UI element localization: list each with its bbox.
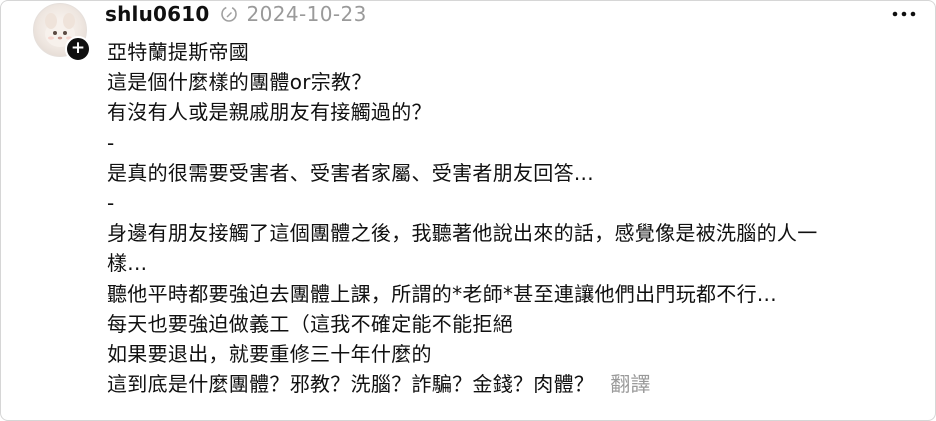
post-line: 樣... <box>107 251 148 276</box>
post-line: 聽他平時都要強迫去團體上課，所謂的*老師*甚至連讓他們出門玩都不行... <box>107 281 777 306</box>
post-line: 是真的很需要受害者、受害者家屬、受害者朋友回答... <box>107 160 594 185</box>
edited-icon <box>219 4 239 24</box>
translate-link[interactable]: 翻譯 <box>610 372 651 396</box>
more-options-icon <box>892 11 916 17</box>
post-timestamp[interactable]: 2024-10-23 <box>247 2 367 26</box>
post-line: 如果要退出，就要重修三十年什麼的 <box>107 341 432 366</box>
username[interactable]: shlu0610 <box>105 2 210 26</box>
follow-plus-icon[interactable]: + <box>65 36 91 62</box>
post-line: 這是個什麼樣的團體or宗教？ <box>107 70 372 95</box>
post-line: 身邊有朋友接觸了這個團體之後，我聽著他說出來的話，感覺像是被洗腦的人一 <box>107 221 818 246</box>
post-line: - <box>107 190 115 215</box>
more-options-button[interactable] <box>889 3 919 25</box>
post-line: - <box>107 130 115 155</box>
post-line: 每天也要強迫做義工（這我不確定能不能拒絕 <box>107 311 513 336</box>
post-card: + shlu0610 2024-10-23 亞特蘭提斯帝國 這是個什麼樣的團體o… <box>0 0 936 421</box>
post-header: shlu0610 2024-10-23 <box>105 1 367 27</box>
post-last-line: 這到底是什麼團體？邪教？洗腦？詐騙？金錢？肉體？ 翻譯 <box>107 369 907 399</box>
post-line: 有沒有人或是親戚朋友有接觸過的？ <box>107 100 432 125</box>
post-line: 亞特蘭提斯帝國 <box>107 40 250 64</box>
post-line: 這到底是什麼團體？邪教？洗腦？詐騙？金錢？肉體？ <box>107 372 595 397</box>
post-body: 亞特蘭提斯帝國 這是個什麼樣的團體or宗教？ 有沒有人或是親戚朋友有接觸過的？ … <box>107 37 907 399</box>
